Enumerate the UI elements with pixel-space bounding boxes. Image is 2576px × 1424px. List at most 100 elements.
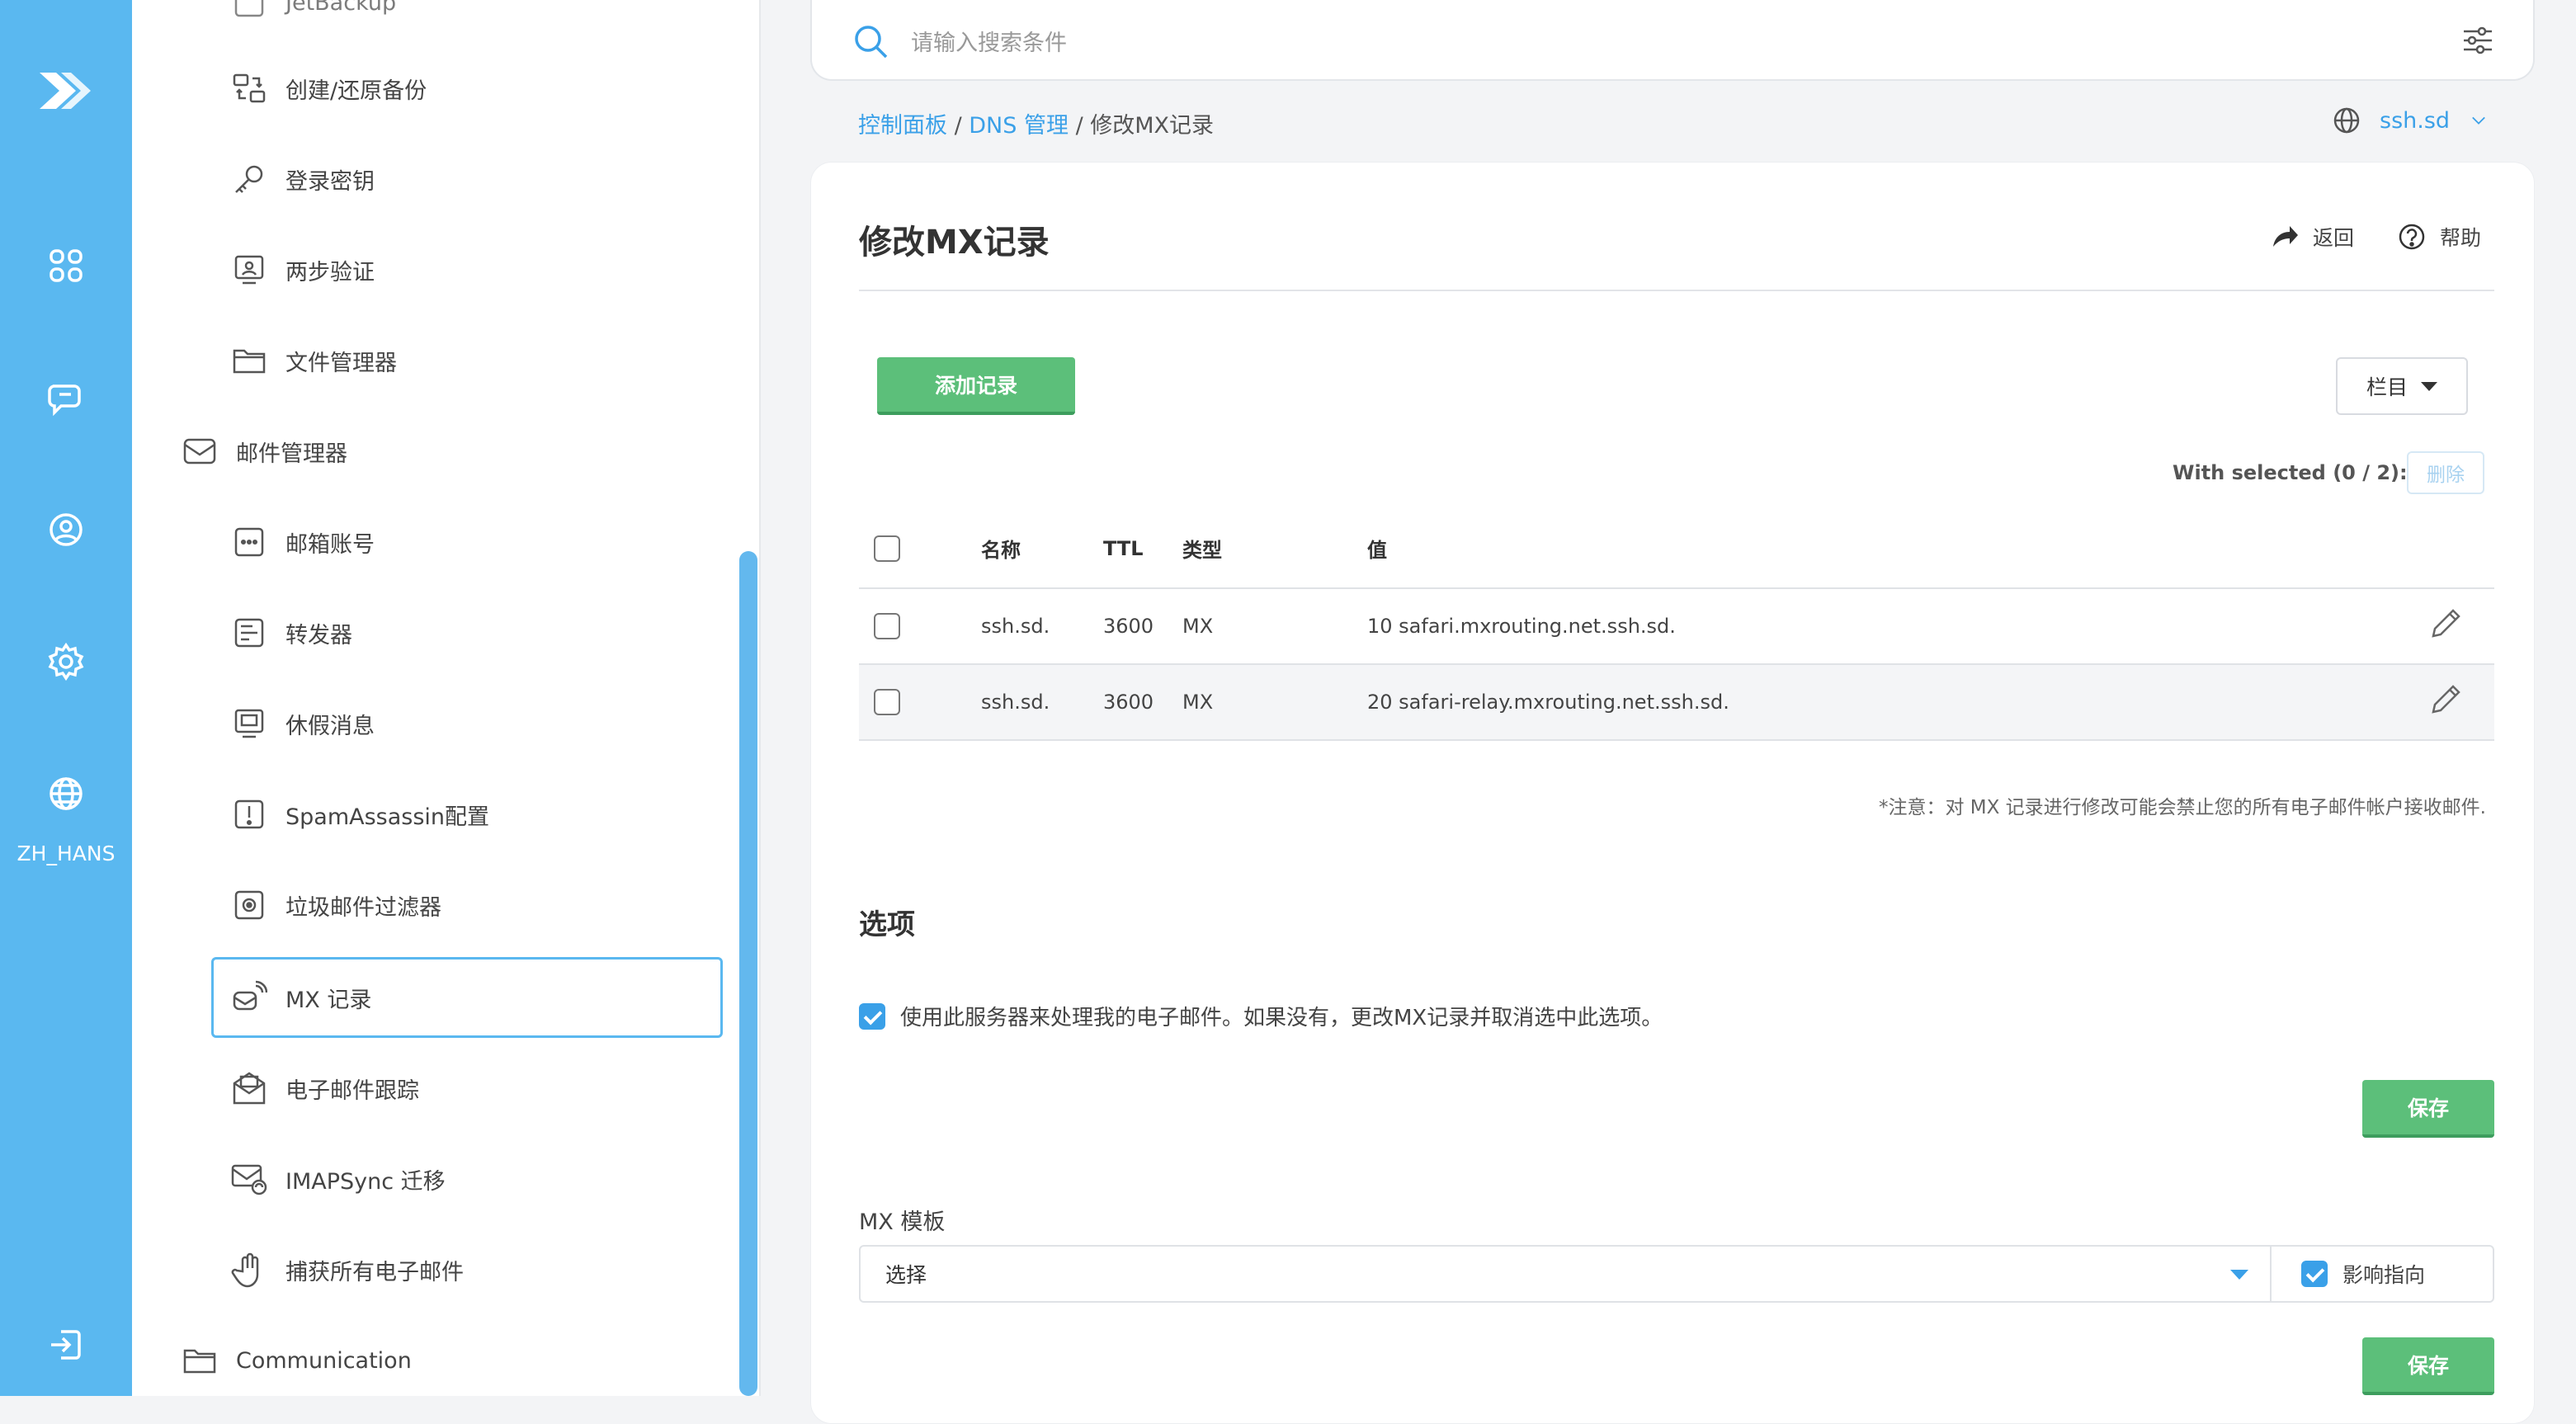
affect-pointers-label: 影响指向 xyxy=(2342,1263,2426,1287)
select-all-checkbox[interactable] xyxy=(874,535,900,562)
table-row: ssh.sd. 3600 MX 20 safari-relay.mxroutin… xyxy=(859,664,2494,741)
columns-button[interactable]: 栏目 xyxy=(2336,357,2468,415)
edit-pencil-icon[interactable] xyxy=(2428,606,2463,641)
sidebar-item-mailbox[interactable]: 邮箱账号 xyxy=(231,513,375,571)
options-title: 选项 xyxy=(859,908,915,941)
chat-icon[interactable] xyxy=(41,373,91,422)
hand-icon xyxy=(231,1252,267,1288)
breadcrumb-home[interactable]: 控制面板 xyxy=(858,113,947,139)
mx-template-select[interactable]: 选择 xyxy=(859,1245,2272,1303)
help-button[interactable]: 帮助 xyxy=(2397,222,2481,252)
cell-type: MX xyxy=(1182,664,1367,741)
col-ttl[interactable]: TTL xyxy=(1103,509,1182,589)
cell-ttl: 3600 xyxy=(1103,588,1182,665)
with-selected-label: With selected (0 / 2): xyxy=(2173,461,2408,484)
globe-icon[interactable] xyxy=(41,769,91,818)
caret-down-icon xyxy=(2230,1270,2248,1280)
breadcrumb-current: 修改MX记录 xyxy=(1090,113,1215,139)
globe-icon xyxy=(2333,107,2360,134)
cell-value: 20 safari-relay.mxrouting.net.ssh.sd. xyxy=(1367,664,2428,741)
col-value[interactable]: 值 xyxy=(1367,509,2428,589)
sidebar-item-label: SpamAssassin配置 xyxy=(285,804,490,830)
sidebar-group-communication[interactable]: Communication xyxy=(182,1332,759,1389)
back-button[interactable]: 返回 xyxy=(2270,222,2354,252)
cell-name: ssh.sd. xyxy=(981,588,1103,665)
sidebar-item-file-manager[interactable]: 文件管理器 xyxy=(231,332,397,389)
folder-icon xyxy=(182,1342,218,1379)
spam-filter-icon xyxy=(231,887,267,923)
sidebar-item-label: 文件管理器 xyxy=(285,350,397,376)
sidebar-item-label: 两步验证 xyxy=(285,259,375,285)
sidebar-item-login-key[interactable]: 登录密钥 xyxy=(231,150,375,208)
jetbackup-icon xyxy=(231,0,267,21)
settings-icon[interactable] xyxy=(41,637,91,686)
sidebar-item-jetbackup[interactable]: JetBackup xyxy=(231,0,396,31)
sidebar-item-label: IMAPSync 迁移 xyxy=(285,1168,446,1195)
sidebar-item-label: MX 记录 xyxy=(285,987,372,1013)
mx-record-icon xyxy=(231,979,267,1016)
sidebar-group-mail-manager[interactable]: 邮件管理器 xyxy=(182,422,759,480)
sidebar-item-catch-all[interactable]: 捕获所有电子邮件 xyxy=(231,1241,464,1299)
sidebar-item-2fa[interactable]: 两步验证 xyxy=(231,241,375,299)
logout-icon[interactable] xyxy=(41,1320,91,1370)
sidebar-item-backup[interactable]: 创建/还原备份 xyxy=(231,59,427,117)
divider xyxy=(859,290,2494,291)
search-input[interactable]: 请输入搜索条件 xyxy=(911,25,1067,57)
key-icon xyxy=(231,161,267,197)
delete-button[interactable]: 删除 xyxy=(2407,451,2484,494)
save-template-button[interactable]: 保存 xyxy=(2362,1337,2494,1395)
sidebar-item-label: 休假消息 xyxy=(285,713,375,739)
col-type[interactable]: 类型 xyxy=(1182,509,1367,589)
filter-settings-icon[interactable] xyxy=(2460,23,2495,58)
edit-pencil-icon[interactable] xyxy=(2428,682,2463,717)
language-label[interactable]: ZH_HANS xyxy=(0,842,132,865)
sidebar-item-forwarder[interactable]: 转发器 xyxy=(231,604,352,662)
sidebar-item-label: 登录密钥 xyxy=(285,168,375,195)
folder-icon xyxy=(231,342,267,379)
add-record-button[interactable]: 添加记录 xyxy=(877,357,1075,415)
sidebar-item-label: 创建/还原备份 xyxy=(285,78,427,104)
row-checkbox[interactable] xyxy=(874,689,900,715)
row-checkbox[interactable] xyxy=(874,613,900,639)
imapsync-icon xyxy=(231,1161,267,1197)
sidebar-item-email-tracking[interactable]: 电子邮件跟踪 xyxy=(231,1059,419,1117)
logo-icon[interactable] xyxy=(33,58,99,124)
use-server-label: 使用此服务器来处理我的电子邮件。如果没有，更改MX记录并取消选中此选项。 xyxy=(900,1006,1663,1030)
search-bar[interactable]: 请输入搜索条件 xyxy=(810,0,2535,81)
caret-down-icon xyxy=(2421,381,2437,391)
save-options-button[interactable]: 保存 xyxy=(2362,1080,2494,1138)
user-icon[interactable] xyxy=(41,505,91,554)
domain-selector[interactable]: ssh.sd xyxy=(2332,106,2489,135)
sidebar-item-spamassassin[interactable]: SpamAssassin配置 xyxy=(231,785,489,843)
mailbox-icon xyxy=(231,524,267,560)
sidebar-item-mx-records[interactable]: MX 记录 xyxy=(231,969,371,1026)
col-name[interactable]: 名称 xyxy=(981,509,1103,589)
sidebar-item-label: 转发器 xyxy=(285,622,352,648)
breadcrumb-dns[interactable]: DNS 管理 xyxy=(969,113,1069,139)
two-factor-icon xyxy=(231,252,267,288)
sidebar-item-spam-filter[interactable]: 垃圾邮件过滤器 xyxy=(231,876,441,934)
sidebar-scrollbar[interactable] xyxy=(739,551,757,1396)
cell-type: MX xyxy=(1182,588,1367,665)
records-table: 名称 TTL 类型 值 ssh.sd. 3600 MX 10 safari.mx… xyxy=(859,509,2494,741)
sidebar-item-label: 电子邮件跟踪 xyxy=(285,1077,419,1104)
table-header-row: 名称 TTL 类型 值 xyxy=(859,509,2494,589)
alert-icon xyxy=(231,796,267,832)
vacation-icon xyxy=(231,705,267,742)
cell-ttl: 3600 xyxy=(1103,664,1182,741)
dashboard-icon[interactable] xyxy=(41,241,91,290)
forwarder-icon xyxy=(231,615,267,651)
mail-icon xyxy=(182,433,218,469)
search-icon xyxy=(855,26,888,59)
use-server-checkbox[interactable] xyxy=(859,1002,885,1030)
left-rail: ZH_HANS xyxy=(0,0,132,1396)
use-server-option[interactable]: 使用此服务器来处理我的电子邮件。如果没有，更改MX记录并取消选中此选项。 xyxy=(859,1001,1663,1031)
sidebar-item-vacation[interactable]: 休假消息 xyxy=(231,695,375,752)
sidebar-item-imapsync[interactable]: IMAPSync 迁移 xyxy=(231,1150,446,1208)
sidebar-item-label: 垃圾邮件过滤器 xyxy=(285,894,441,921)
affect-pointers-checkbox[interactable] xyxy=(2301,1261,2328,1287)
backup-restore-icon xyxy=(231,70,267,106)
share-arrow-icon xyxy=(2273,226,2298,247)
affect-pointers-option[interactable]: 影响指向 xyxy=(2270,1245,2494,1303)
mx-warning-note: *注意：对 MX 记录进行修改可能会禁止您的所有电子邮件帐户接收邮件. xyxy=(1878,797,2486,818)
